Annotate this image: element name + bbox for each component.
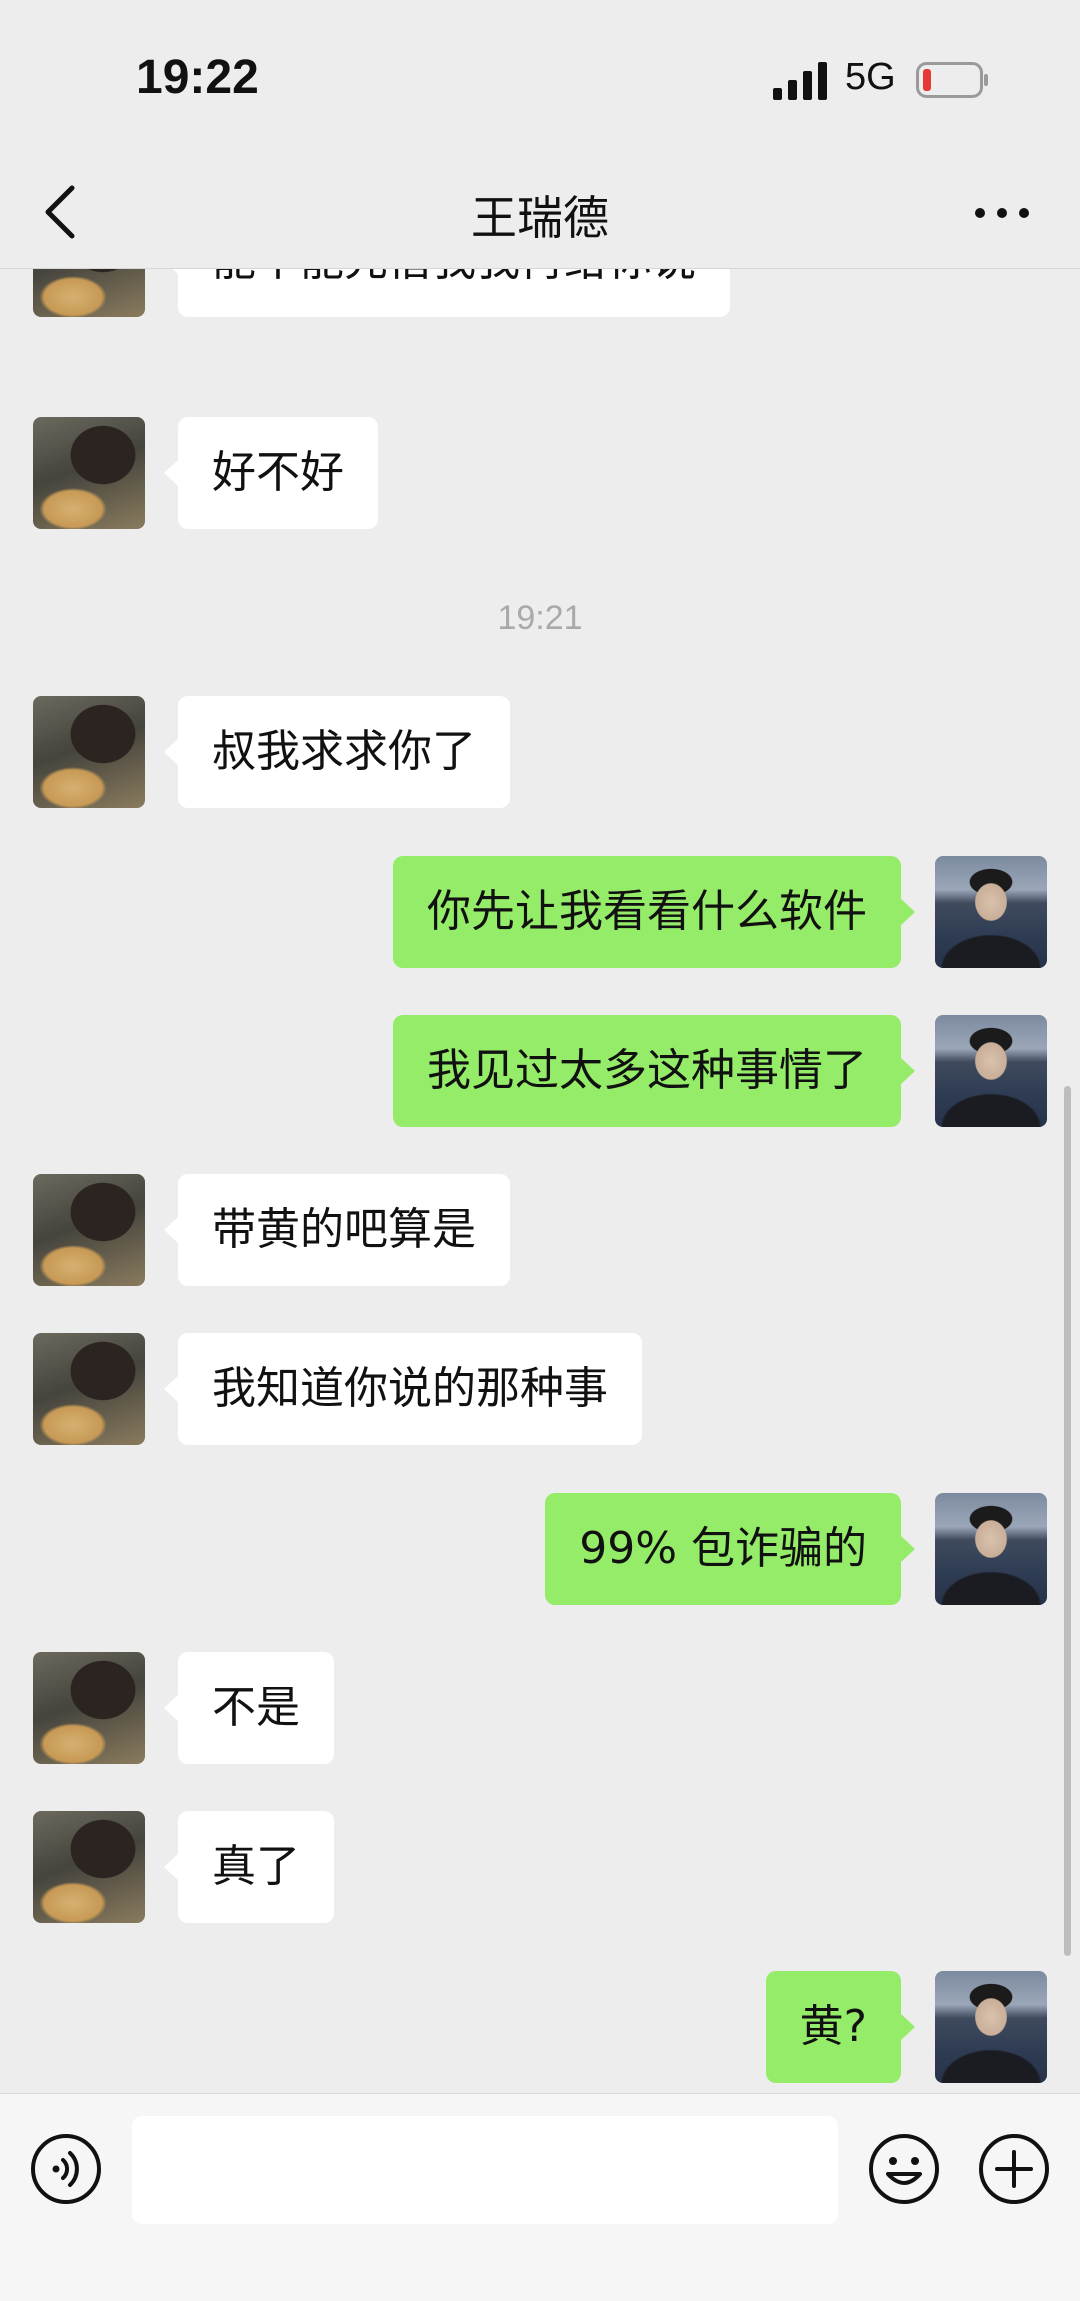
outgoing-message[interactable]: 99% 包诈骗的 <box>545 1493 915 1605</box>
incoming-message[interactable]: 能不能先借我我再给你说 <box>164 269 730 317</box>
contact-avatar[interactable] <box>33 696 145 808</box>
incoming-message[interactable]: 好不好 <box>164 417 378 529</box>
message-input[interactable] <box>132 2116 838 2224</box>
outgoing-message[interactable]: 我见过太多这种事情了 <box>393 1015 915 1127</box>
voice-icon[interactable] <box>29 2132 103 2206</box>
status-time: 19:22 <box>136 51 259 104</box>
chat-area[interactable]: 能不能先借我我再给你说 好不好 19:21 叔我求求你了 你先让我看看什么软件 … <box>0 269 1080 2093</box>
contact-avatar[interactable] <box>33 1652 145 1764</box>
battery-icon <box>916 62 988 98</box>
incoming-message[interactable]: 叔我求求你了 <box>164 696 510 808</box>
time-divider: 19:21 <box>497 599 583 637</box>
contact-avatar[interactable] <box>33 417 145 529</box>
more-icon[interactable] <box>972 198 1032 228</box>
signal-icon <box>773 62 827 100</box>
network-label: 5G <box>845 56 896 98</box>
plus-icon[interactable] <box>977 2132 1051 2206</box>
my-avatar[interactable] <box>935 1493 1047 1605</box>
outgoing-message[interactable]: 黄? <box>765 1971 916 2083</box>
input-bar <box>0 2093 1080 2301</box>
contact-avatar[interactable] <box>33 1811 145 1923</box>
my-avatar[interactable] <box>935 856 1047 968</box>
contact-avatar[interactable] <box>33 269 145 317</box>
chat-title: 王瑞德 <box>471 191 609 245</box>
my-avatar[interactable] <box>935 1015 1047 1127</box>
outgoing-message[interactable]: 你先让我看看什么软件 <box>393 856 915 968</box>
nav-bar: 王瑞德 <box>0 160 1080 269</box>
scrollbar[interactable] <box>1064 1086 1071 1956</box>
incoming-message[interactable]: 不是 <box>164 1652 334 1764</box>
incoming-message[interactable]: 我知道你说的那种事 <box>164 1333 642 1445</box>
status-bar: 19:22 5G <box>0 0 1080 160</box>
wechat-chat-screen: 19:22 5G 王瑞德 能不能先借我我再给你说 <box>0 0 1080 2301</box>
incoming-message[interactable]: 带黄的吧算是 <box>164 1174 510 1286</box>
incoming-message[interactable]: 真了 <box>164 1811 334 1923</box>
contact-avatar[interactable] <box>33 1174 145 1286</box>
my-avatar[interactable] <box>935 1971 1047 2083</box>
contact-avatar[interactable] <box>33 1333 145 1445</box>
emoji-icon[interactable] <box>867 2132 941 2206</box>
